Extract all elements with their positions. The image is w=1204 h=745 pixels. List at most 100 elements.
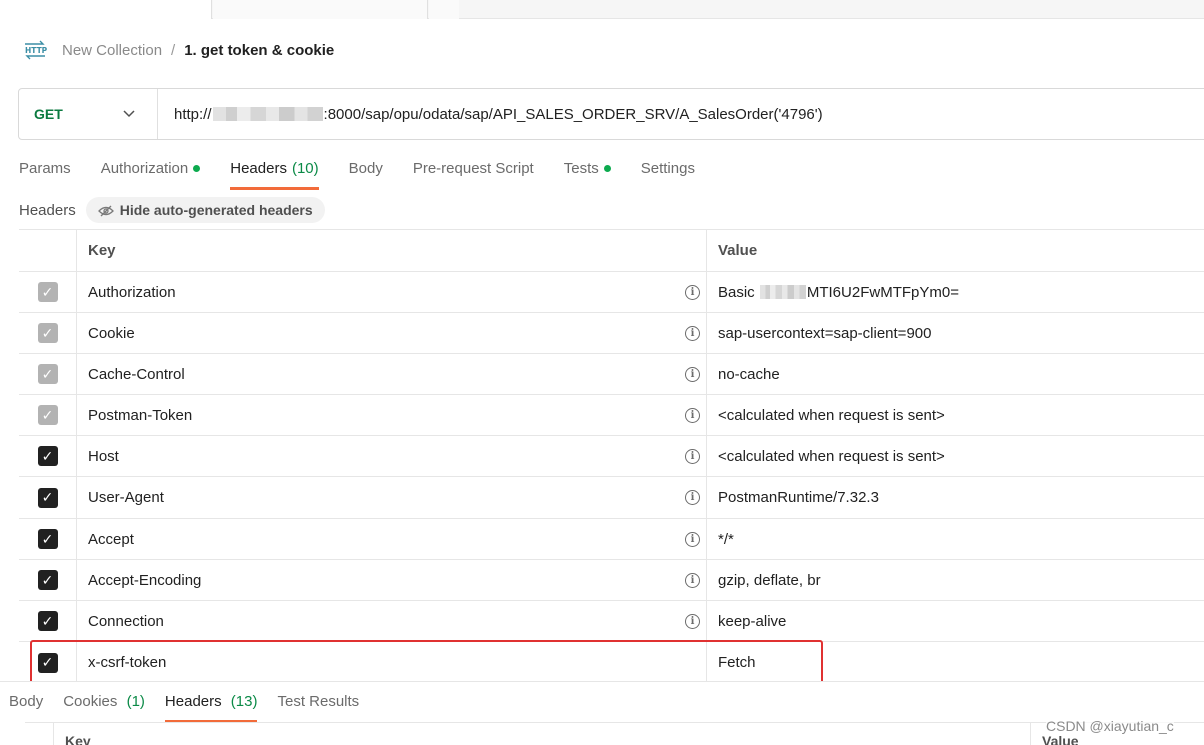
check-cell: ✓ [19, 395, 77, 435]
key-cell[interactable]: Cookie i [77, 313, 707, 353]
value-cell[interactable]: keep-alive [707, 601, 1204, 641]
checkbox[interactable]: ✓ [37, 611, 58, 631]
info-icon[interactable]: i [685, 366, 700, 382]
tab-pre-request-script[interactable]: Pre-request Script [413, 152, 534, 190]
breadcrumb: HTTP New Collection / 1. get token & coo… [23, 38, 334, 62]
tab-count: (1) [126, 693, 145, 710]
table-header-row: Key Value [19, 230, 1204, 272]
tab-label: Cookies [63, 693, 118, 710]
response-tab-body[interactable]: Body [9, 682, 43, 723]
svg-text:HTTP: HTTP [25, 46, 47, 55]
value-cell[interactable]: sap-usercontext=sap-client=900 [707, 313, 1204, 353]
tab-authorization[interactable]: Authorization [101, 152, 201, 190]
tab-label: Settings [640, 160, 695, 177]
key-text: User-Agent [88, 489, 164, 506]
breadcrumb-current[interactable]: 1. get token & cookie [184, 42, 334, 59]
url-input[interactable]: http:// :8000/sap/opu/odata/sap/API_SALE… [158, 106, 823, 123]
watermark: CSDN @xiayutian_c [1046, 718, 1174, 734]
value-cell[interactable]: */* [707, 519, 1204, 559]
tab-settings[interactable]: Settings [641, 152, 695, 190]
redacted-host [212, 107, 323, 121]
request-url-bar: GET http:// :8000/sap/opu/odata/sap/API_… [18, 88, 1204, 140]
checkbox[interactable]: ✓ [37, 323, 58, 343]
table-row: ✓ Cache-Control i no-cache [19, 354, 1204, 395]
info-icon[interactable]: i [685, 490, 700, 505]
method-select[interactable]: GET [19, 89, 158, 139]
open-tab-3[interactable] [429, 0, 459, 19]
column-key: Key [77, 230, 707, 271]
value-cell[interactable]: <calculated when request is sent> [707, 395, 1204, 435]
request-tabs: Params Authorization Headers (10) Body P… [19, 152, 725, 190]
tab-body[interactable]: Body [349, 152, 383, 190]
key-cell[interactable]: User-Agent i [77, 477, 707, 518]
check-cell: ✓ [19, 272, 77, 312]
chevron-down-icon [123, 105, 135, 123]
checkbox[interactable]: ✓ [37, 405, 58, 425]
response-tab-headers[interactable]: Headers (13) [164, 682, 257, 723]
tab-headers[interactable]: Headers (10) [230, 152, 320, 190]
tab-label: Headers [230, 160, 287, 177]
column-divider [53, 723, 54, 745]
value-text: <calculated when request is sent> [718, 447, 945, 465]
tab-label: Body [9, 693, 44, 710]
info-icon[interactable]: i [685, 407, 700, 423]
response-column-value: Value [1042, 733, 1079, 745]
key-cell[interactable]: Connection i [77, 601, 707, 641]
checkbox[interactable]: ✓ [37, 446, 58, 466]
checkbox[interactable]: ✓ [37, 487, 58, 508]
headers-toolbar: Headers Hide auto-generated headers [19, 196, 325, 224]
tab-count: (10) [291, 160, 319, 177]
table-row: ✓ Postman-Token i <calculated when reques… [19, 395, 1204, 436]
response-tab-cookies[interactable]: Cookies (1) [63, 682, 145, 723]
value-text: gzip, deflate, br [718, 571, 821, 589]
info-icon[interactable]: i [685, 284, 700, 300]
table-row: ✓ Accept i */* [19, 519, 1204, 560]
status-dot [193, 165, 201, 172]
info-icon[interactable]: i [685, 325, 700, 341]
checkbox[interactable]: ✓ [37, 570, 58, 590]
open-tab-2[interactable] [213, 0, 428, 19]
tab-tests[interactable]: Tests [564, 152, 611, 190]
info-icon[interactable]: i [685, 448, 700, 464]
key-cell[interactable]: Authorization i [77, 272, 707, 312]
hide-auto-headers-button[interactable]: Hide auto-generated headers [85, 197, 325, 223]
key-cell[interactable]: Cache-Control i [77, 354, 707, 394]
tab-label: Body [348, 160, 383, 177]
key-text: Connection [88, 612, 164, 630]
value-cell[interactable]: <calculated when request is sent> [707, 436, 1204, 476]
tab-params[interactable]: Params [19, 152, 71, 190]
value-cell[interactable]: PostmanRuntime/7.32.3 [707, 477, 1204, 518]
response-tabs: Body Cookies (1) Headers (13) Test Resul… [0, 681, 1204, 723]
value-cell[interactable]: gzip, deflate, br [707, 560, 1204, 600]
info-icon[interactable]: i [685, 613, 700, 629]
value-cell[interactable]: Basic MTI6U2FwMTFpYm0= [707, 272, 1204, 312]
checkbox[interactable]: ✓ [37, 529, 58, 549]
highlight-box [30, 640, 823, 685]
info-icon[interactable]: i [685, 531, 700, 547]
response-tab-test-results[interactable]: Test Results [277, 682, 359, 723]
key-cell[interactable]: Host i [77, 436, 707, 476]
table-row: ✓ Authorization i Basic MTI6U2FwMTFpYm0= [19, 272, 1204, 313]
checkbox[interactable]: ✓ [37, 282, 58, 302]
tab-label: Test Results [277, 693, 360, 710]
http-icon: HTTP [23, 40, 48, 60]
key-cell[interactable]: Postman-Token i [77, 395, 707, 435]
key-cell[interactable]: Accept-Encoding i [77, 560, 707, 600]
key-text: Host [88, 447, 119, 465]
breadcrumb-parent[interactable]: New Collection [62, 42, 162, 59]
table-row: ✓ User-Agent i PostmanRuntime/7.32.3 [19, 477, 1204, 519]
info-icon[interactable]: i [685, 572, 700, 588]
value-cell[interactable]: no-cache [707, 354, 1204, 394]
check-cell: ✓ [19, 477, 77, 518]
tab-label: Authorization [100, 160, 189, 177]
key-cell[interactable]: Accept i [77, 519, 707, 559]
open-tab-1[interactable] [0, 0, 212, 19]
response-column-key: Key [65, 733, 91, 745]
checkbox[interactable]: ✓ [37, 364, 58, 384]
breadcrumb-separator: / [171, 41, 176, 59]
url-suffix: :8000/sap/opu/odata/sap/API_SALES_ORDER_… [323, 105, 823, 123]
value-text: no-cache [718, 365, 780, 383]
table-row: ✓ Accept-Encoding i gzip, deflate, br [19, 560, 1204, 601]
value-text: PostmanRuntime/7.32.3 [718, 489, 879, 506]
tab-label: Params [19, 160, 71, 177]
